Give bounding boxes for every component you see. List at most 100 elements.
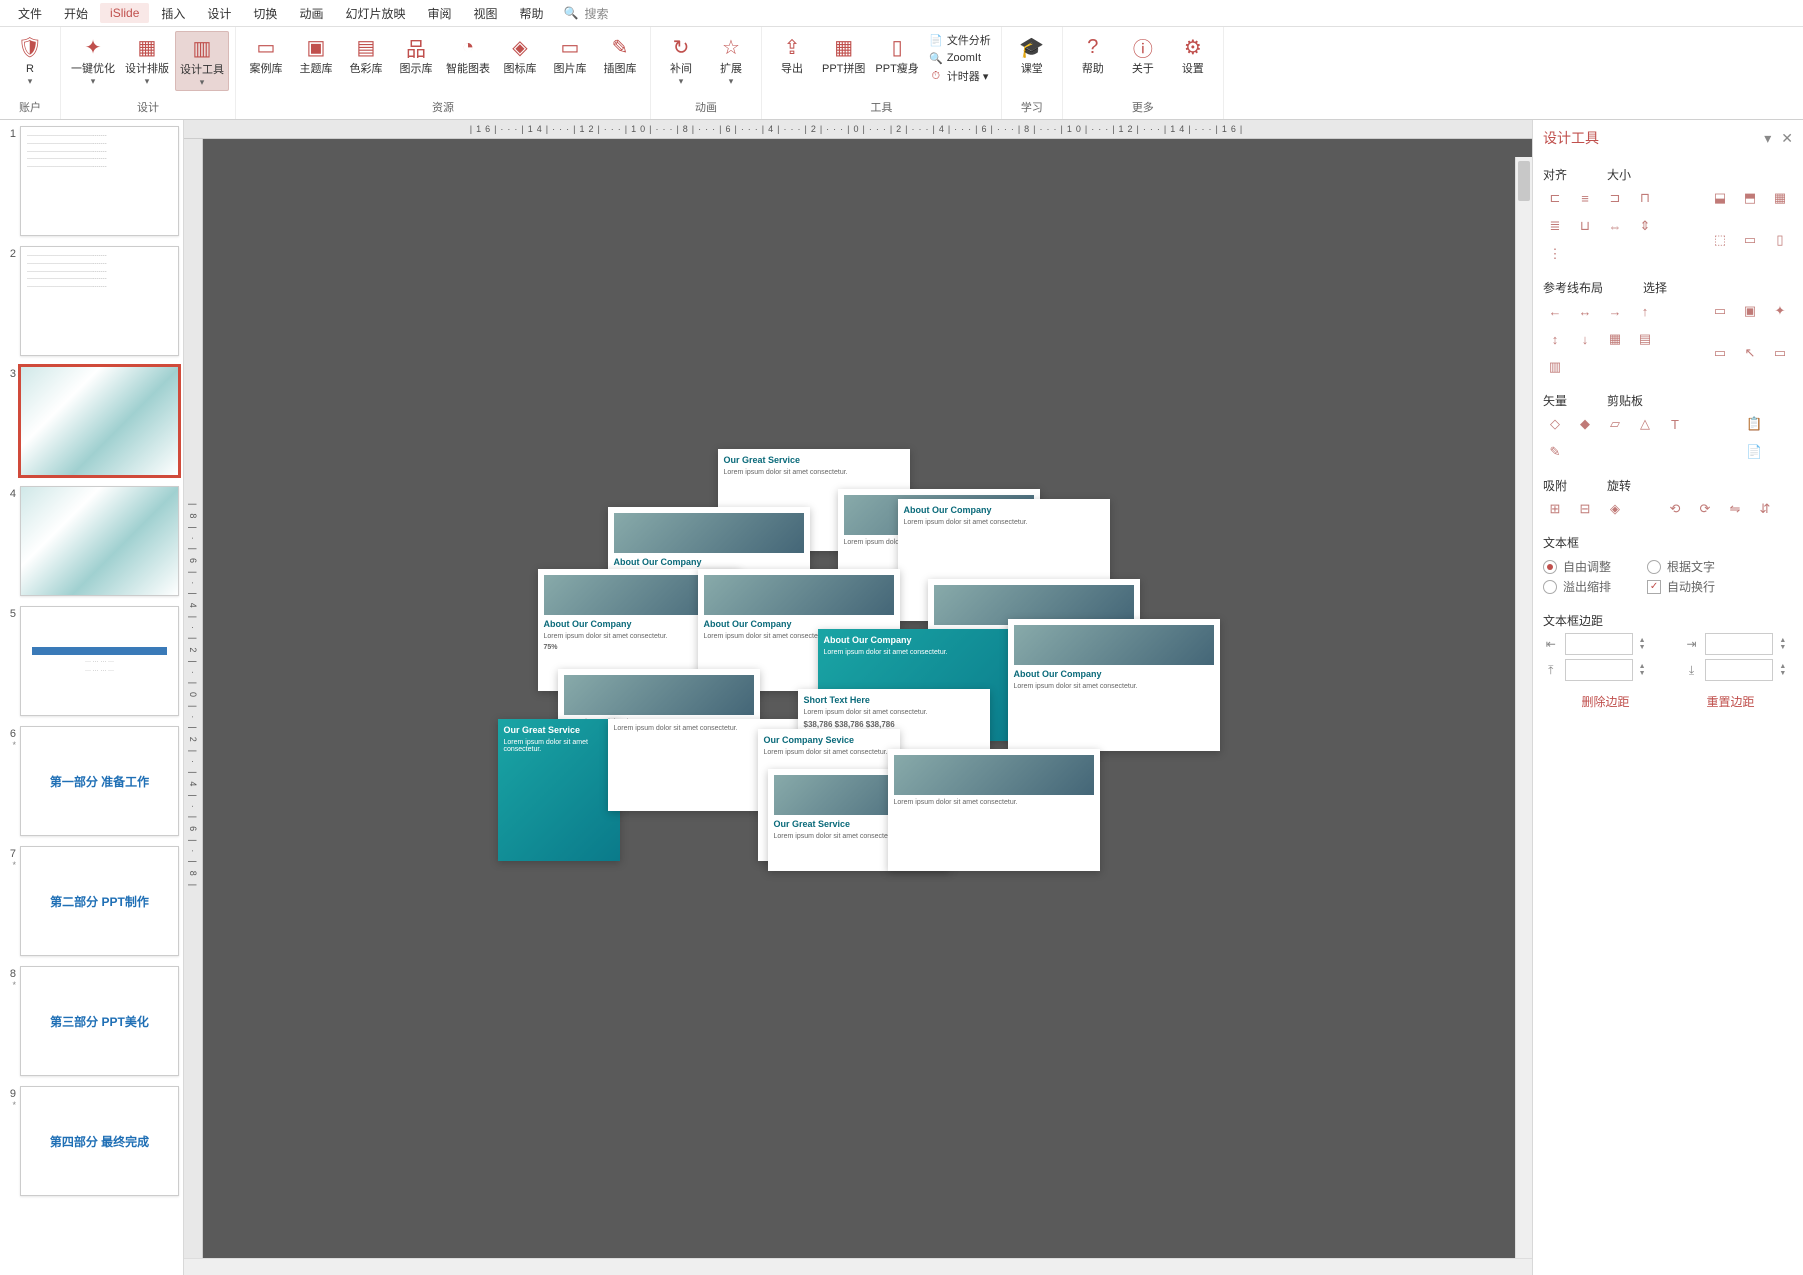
tool-icon[interactable]: ⟲	[1663, 498, 1687, 520]
search-icon[interactable]: 🔍	[564, 6, 579, 20]
margin-left-input[interactable]	[1565, 633, 1633, 655]
tool-icon[interactable]: ≣	[1543, 215, 1567, 237]
tool-icon[interactable]: ⊔	[1573, 215, 1597, 237]
menu-开始[interactable]: 开始	[54, 2, 98, 25]
tool-icon[interactable]: ◆	[1573, 413, 1597, 435]
tool-icon[interactable]: 📋	[1742, 413, 1766, 435]
tool-icon[interactable]: ◇	[1543, 413, 1567, 435]
tool-icon[interactable]: ⊓	[1633, 187, 1657, 209]
ribbon-设计工具[interactable]: ▥设计工具▾	[175, 31, 229, 91]
menu-切换[interactable]: 切换	[243, 2, 287, 25]
tool-icon[interactable]: ⇔	[1603, 215, 1627, 237]
menu-文件[interactable]: 文件	[8, 2, 52, 25]
ribbon-导出[interactable]: ⇪导出	[768, 31, 816, 77]
tool-icon[interactable]: ↓	[1573, 328, 1597, 350]
tool-icon[interactable]: ◈	[1603, 498, 1627, 520]
tool-icon[interactable]: ▥	[1543, 356, 1567, 378]
ribbon-帮助[interactable]: ?帮助	[1069, 31, 1117, 77]
menu-帮助[interactable]: 帮助	[510, 2, 554, 25]
tool-icon[interactable]: ←	[1543, 300, 1567, 322]
tool-icon[interactable]: ▤	[1633, 328, 1657, 350]
thumbnail-6[interactable]: 第一部分 准备工作	[20, 726, 179, 836]
tool-icon[interactable]: ▦	[1603, 328, 1627, 350]
menu-插入[interactable]: 插入	[151, 2, 195, 25]
tool-icon[interactable]: ⬚	[1708, 229, 1732, 251]
ribbon-关于[interactable]: ⓘ关于	[1119, 31, 1167, 77]
ribbon-智能图表[interactable]: ◔智能图表	[442, 31, 494, 77]
ribbon-设计排版[interactable]: ▦设计排版▾	[121, 31, 173, 89]
ribbon-色彩库[interactable]: ▤色彩库	[342, 31, 390, 77]
ribbon-案例库[interactable]: ▭案例库	[242, 31, 290, 77]
tool-icon[interactable]: ▭	[1738, 229, 1762, 251]
slide-canvas[interactable]: Our Great ServiceLorem ipsum dolor sit a…	[203, 139, 1532, 1258]
ribbon-一键优化[interactable]: ✦一键优化▾	[67, 31, 119, 89]
ribbon-PPT拼图[interactable]: ▦PPT拼图	[818, 31, 869, 77]
thumbnail-7[interactable]: 第二部分 PPT制作	[20, 846, 179, 956]
ribbon-补间[interactable]: ↻补间▾	[657, 31, 705, 89]
thumbnail-2[interactable]: ········································…	[20, 246, 179, 356]
margin-top-input[interactable]	[1565, 659, 1633, 681]
tool-icon[interactable]: ↖	[1738, 342, 1762, 364]
thumbnail-9[interactable]: 第四部分 最终完成	[20, 1086, 179, 1196]
tool-icon[interactable]: ≡	[1573, 187, 1597, 209]
ribbon-PPT瘦身[interactable]: ▯PPT瘦身	[871, 31, 922, 77]
tool-icon[interactable]: ⊏	[1543, 187, 1567, 209]
radio-shrink[interactable]: 溢出缩排	[1543, 578, 1611, 595]
ribbon-图示库[interactable]: 品图示库	[392, 31, 440, 77]
delete-margin-button[interactable]: 删除边距	[1581, 693, 1629, 710]
tool-icon[interactable]: ⟳	[1693, 498, 1717, 520]
menu-设计[interactable]: 设计	[197, 2, 241, 25]
radio-autofit[interactable]: 自由调整	[1543, 558, 1611, 575]
radio-resize[interactable]: 根据文字	[1647, 558, 1715, 575]
thumbnail-8[interactable]: 第三部分 PPT美化	[20, 966, 179, 1076]
tool-icon[interactable]: ▭	[1708, 300, 1732, 322]
ribbon-图片库[interactable]: ▭图片库	[546, 31, 594, 77]
thumbnail-1[interactable]: ········································…	[20, 126, 179, 236]
tool-icon[interactable]: ▭	[1708, 342, 1732, 364]
reset-margin-button[interactable]: 重置边距	[1706, 693, 1754, 710]
tool-icon[interactable]: →	[1603, 300, 1627, 322]
tool-icon[interactable]: ⊐	[1603, 187, 1627, 209]
tool-icon[interactable]: ⊟	[1573, 498, 1597, 520]
tool-icon[interactable]: T	[1663, 413, 1687, 435]
tool-icon[interactable]: 📄	[1742, 441, 1766, 463]
tool-icon[interactable]: ✎	[1543, 441, 1567, 463]
tool-icon[interactable]: △	[1633, 413, 1657, 435]
menu-审阅[interactable]: 审阅	[417, 2, 461, 25]
panel-close-icon[interactable]: ✕	[1781, 130, 1793, 147]
tool-icon[interactable]: ⇕	[1633, 215, 1657, 237]
menu-动画[interactable]: 动画	[289, 2, 333, 25]
ribbon-扩展[interactable]: ☆扩展▾	[707, 31, 755, 89]
ribbon-主题库[interactable]: ▣主题库	[292, 31, 340, 77]
tool-icon[interactable]: ▣	[1738, 300, 1762, 322]
thumbnail-5[interactable]: ··· ··· ··· ······ ··· ··· ···	[20, 606, 179, 716]
margin-right-input[interactable]	[1705, 633, 1773, 655]
tool-icon[interactable]: ⬒	[1738, 187, 1762, 209]
tool-icon[interactable]: ⊞	[1543, 498, 1567, 520]
ribbon-课堂[interactable]: 🎓课堂	[1008, 31, 1056, 77]
ribbon-计时器[interactable]: ⏱计时器 ▾	[925, 67, 995, 85]
check-wrap[interactable]: ✓自动换行	[1647, 578, 1715, 595]
tool-icon[interactable]: ↑	[1633, 300, 1657, 322]
tool-icon[interactable]: ▦	[1768, 187, 1792, 209]
ribbon-图标库[interactable]: ◈图标库	[496, 31, 544, 77]
ribbon-插图库[interactable]: ✎插图库	[596, 31, 644, 77]
tool-icon[interactable]: ⇋	[1723, 498, 1747, 520]
tool-icon[interactable]: ↕	[1543, 328, 1567, 350]
slide-thumbnail-panel[interactable]: 1·······································…	[0, 120, 184, 1275]
tool-icon[interactable]: ⋮	[1543, 243, 1567, 265]
tool-icon[interactable]: ↔	[1573, 300, 1597, 322]
tool-icon[interactable]: ✦	[1768, 300, 1792, 322]
horizontal-scrollbar[interactable]	[184, 1258, 1532, 1275]
tool-icon[interactable]: ▯	[1768, 229, 1792, 251]
thumbnail-3[interactable]	[20, 366, 179, 476]
tool-icon[interactable]: ▱	[1603, 413, 1627, 435]
tool-icon[interactable]: ▭	[1768, 342, 1792, 364]
panel-dropdown-icon[interactable]: ▾	[1764, 130, 1771, 147]
menu-幻灯片放映[interactable]: 幻灯片放映	[335, 2, 415, 25]
menu-iSlide[interactable]: iSlide	[100, 3, 149, 23]
margin-bottom-input[interactable]	[1705, 659, 1773, 681]
ribbon-ZoomIt[interactable]: 🔍ZoomIt	[925, 50, 995, 66]
menu-视图[interactable]: 视图	[463, 2, 507, 25]
search-label[interactable]: 搜索	[584, 5, 608, 22]
